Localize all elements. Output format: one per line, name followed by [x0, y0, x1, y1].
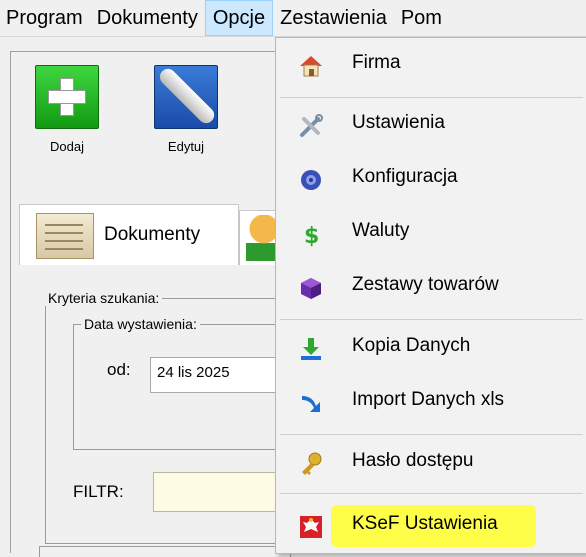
add-button-label: Dodaj [50, 139, 84, 154]
download-icon [298, 336, 324, 362]
menu-item-waluty-label: Waluty [352, 220, 410, 241]
tools-icon [298, 113, 324, 139]
dollar-icon: $ [298, 221, 324, 247]
date-from-label: od: [107, 360, 131, 379]
filter-input[interactable] [153, 472, 283, 512]
menu-item-haslo-dostepu-label: Hasło dostępu [352, 450, 474, 471]
options-dropdown-menu: Firma Ustawienia Konfiguracja $ Waluty Z… [275, 37, 586, 554]
menu-item-zestawy-towarow-label: Zestawy towarów [352, 274, 499, 295]
gear-icon [298, 167, 324, 193]
menu-program[interactable]: Program [0, 0, 90, 36]
menu-item-haslo-dostepu[interactable]: Hasło dostępu [276, 438, 586, 488]
menu-item-firma[interactable]: Firma [276, 40, 586, 90]
issue-date-title: Data wystawienia: [81, 316, 200, 332]
date-from-input[interactable]: 24 lis 2025 [150, 357, 280, 393]
document-icon [36, 213, 94, 259]
import-arrow-icon [298, 390, 324, 416]
menu-item-ustawienia-label: Ustawienia [352, 112, 445, 133]
menu-item-import-danych-xls[interactable]: Import Danych xls [276, 377, 586, 427]
menu-item-konfiguracja[interactable]: Konfiguracja [276, 154, 586, 204]
tab-documents[interactable]: Dokumenty [19, 204, 239, 265]
add-button[interactable]: Dodaj [35, 65, 99, 154]
add-icon [35, 65, 99, 129]
menu-zestawienia[interactable]: Zestawienia [273, 0, 394, 36]
menu-pomoc[interactable]: Pom [394, 0, 449, 36]
filter-label: FILTR: [73, 482, 124, 501]
menu-item-import-danych-xls-label: Import Danych xls [352, 389, 505, 410]
menu-opcje[interactable]: Opcje [204, 0, 274, 36]
key-icon [298, 451, 324, 477]
house-icon [298, 53, 324, 79]
menu-item-ustawienia[interactable]: Ustawienia [276, 100, 586, 150]
menu-item-waluty[interactable]: $ Waluty [276, 208, 586, 258]
eagle-emblem-icon [298, 514, 324, 540]
menu-item-kopia-danych-label: Kopia Danych [352, 335, 471, 356]
edit-button[interactable]: Edytuj [154, 65, 218, 154]
menu-separator [280, 97, 583, 98]
search-criteria-title: Kryteria szukania: [45, 290, 163, 306]
menu-item-konfiguracja-label: Konfiguracja [352, 166, 458, 187]
menu-dokumenty[interactable]: Dokumenty [90, 0, 205, 36]
menu-item-firma-label: Firma [352, 52, 401, 73]
pencil-icon [154, 65, 218, 129]
edit-button-label: Edytuj [167, 139, 205, 154]
tab-documents-label: Dokumenty [104, 224, 201, 245]
menu-item-ksef-ustawienia[interactable]: KSeF Ustawienia [276, 501, 586, 551]
menu-item-ksef-ustawienia-label: KSeF Ustawienia [352, 513, 498, 534]
svg-text:$: $ [304, 224, 319, 247]
menu-item-kopia-danych[interactable]: Kopia Danych [276, 323, 586, 373]
tab-contractors[interactable] [239, 210, 280, 265]
menu-item-zestawy-towarow[interactable]: Zestawy towarów [276, 262, 586, 312]
menu-bar: Program Dokumenty Opcje Zestawienia Pom [0, 0, 586, 37]
cube-icon [298, 275, 324, 301]
menu-separator [280, 434, 583, 435]
menu-separator [280, 493, 583, 494]
menu-separator [280, 319, 583, 320]
